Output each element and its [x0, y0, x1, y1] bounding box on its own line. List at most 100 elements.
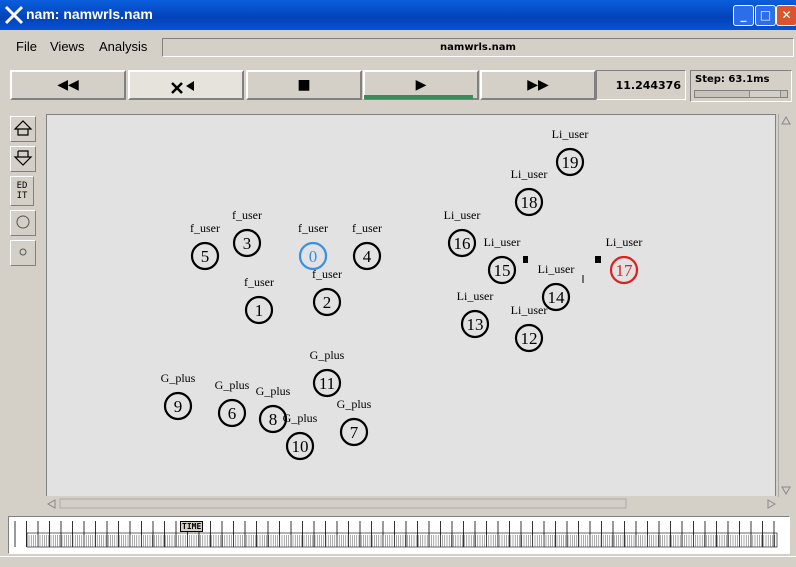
node-label: f_user [232, 208, 262, 222]
node-id: 1 [255, 301, 264, 320]
step-control: Step: 63.1ms [690, 70, 792, 102]
node-id: 10 [292, 437, 309, 456]
vertical-scrollbar[interactable] [778, 114, 793, 497]
node-id: 2 [323, 293, 332, 312]
timeline-track [26, 532, 778, 548]
node-1[interactable]: 1 f_user [244, 275, 274, 325]
zoom-in-button[interactable] [10, 116, 36, 142]
edit-button[interactable]: ED IT [10, 176, 34, 206]
step-slider[interactable] [694, 90, 788, 98]
node-16[interactable]: 16 Li_user [444, 208, 481, 258]
packet-marker [523, 256, 528, 263]
node-id: 5 [201, 247, 210, 266]
node-label: Li_user [538, 262, 575, 276]
stop-button[interactable]: ■ [246, 70, 362, 100]
node-15[interactable]: 15 Li_user [484, 235, 521, 285]
bottom-scrollbar[interactable] [0, 556, 796, 567]
node-id: 18 [521, 193, 538, 212]
node-label: G_plus [161, 371, 196, 385]
node-label: G_plus [337, 397, 372, 411]
node-id: 16 [454, 234, 471, 253]
node-id: 8 [269, 410, 278, 429]
step-slider-thumb[interactable] [749, 90, 781, 98]
vertical-scroll-arrows [781, 115, 791, 496]
step-back-button[interactable] [128, 70, 244, 100]
node-id: 11 [319, 374, 335, 393]
file-name-field: namwrls.nam [162, 38, 794, 57]
node-id: 9 [174, 397, 183, 416]
x-logo-icon [4, 5, 24, 25]
node-label: f_user [312, 267, 342, 281]
small-circle-icon [19, 248, 27, 256]
node-id: 19 [562, 153, 579, 172]
node-label: Li_user [552, 127, 589, 141]
node-10[interactable]: 10 G_plus [283, 411, 318, 461]
menu-views[interactable]: Views [50, 39, 84, 54]
node-9[interactable]: 9 G_plus [161, 371, 196, 421]
node-6[interactable]: 6 G_plus [215, 378, 250, 428]
packet-marker [595, 256, 601, 263]
node-17[interactable]: 17 Li_user [606, 235, 643, 285]
node-label: Li_user [484, 235, 521, 249]
rewind-button[interactable]: ◀◀ [10, 70, 126, 100]
node-id: 12 [521, 329, 538, 348]
window-title: nam: namwrls.nam [26, 6, 153, 22]
tool-column: ED IT [10, 116, 36, 270]
node-label: G_plus [283, 411, 318, 425]
node-label: f_user [190, 221, 220, 235]
time-readout: 11.244376 [596, 70, 686, 100]
fast-forward-button[interactable]: ▶▶ [480, 70, 596, 100]
small-circle-tool-button[interactable] [10, 240, 36, 266]
horizontal-scrollbar[interactable] [46, 496, 778, 510]
close-button[interactable]: ✕ [776, 5, 796, 26]
node-id: 15 [494, 261, 511, 280]
timeline-ticks [14, 521, 778, 548]
node-3[interactable]: 3 f_user [232, 208, 262, 258]
node-2[interactable]: 2 f_user [312, 267, 342, 317]
zoom-in-icon [13, 120, 33, 136]
node-label: G_plus [256, 384, 291, 398]
menu-file[interactable]: File [16, 39, 37, 54]
node-7[interactable]: 7 G_plus [337, 397, 372, 447]
node-label: Li_user [606, 235, 643, 249]
node-id: 7 [350, 423, 359, 442]
zoom-out-icon [13, 150, 33, 166]
node-label: f_user [298, 221, 328, 235]
node-id: 4 [363, 247, 372, 266]
minimize-button[interactable]: _ [733, 5, 754, 26]
zoom-out-button[interactable] [10, 146, 36, 172]
node-13[interactable]: 13 Li_user [457, 289, 494, 339]
node-label: Li_user [444, 208, 481, 222]
node-12[interactable]: 12 Li_user [511, 303, 548, 353]
node-id: 13 [467, 315, 484, 334]
node-label: Li_user [511, 303, 548, 317]
horizontal-scroll-track [46, 498, 777, 509]
node-18[interactable]: 18 Li_user [511, 167, 548, 217]
node-label: f_user [352, 221, 382, 235]
node-id: 14 [548, 288, 566, 307]
network-canvas[interactable]: 0 f_user 1 f_user 2 f_user 3 f_user 4 f_user 5 f_us… [46, 114, 776, 497]
network-graph[interactable]: 0f_user1f_user2f_user3f_user4f_user5f_us… [47, 115, 775, 496]
menu-analysis[interactable]: Analysis [99, 39, 147, 54]
node-4[interactable]: 4 f_user [352, 221, 382, 271]
node-label: f_user [244, 275, 274, 289]
play-indicator [364, 95, 473, 99]
node-11[interactable]: 11 G_plus [310, 348, 345, 398]
timeline-marker[interactable]: TIME [180, 521, 204, 532]
node-id: 3 [243, 234, 252, 253]
node-label: Li_user [457, 289, 494, 303]
node-id: 6 [228, 404, 237, 423]
circle-icon [16, 215, 30, 229]
node-14[interactable]: 14 Li_user [538, 262, 575, 312]
timeline-slider[interactable]: TIME [8, 516, 790, 554]
node-label: G_plus [310, 348, 345, 362]
node-label: Li_user [511, 167, 548, 181]
step-label: Step: 63.1ms [695, 74, 770, 85]
maximize-button[interactable]: □ [755, 5, 776, 26]
circle-tool-button[interactable] [10, 210, 36, 236]
node-5[interactable]: 5 f_user [190, 221, 220, 271]
node-id: 0 [309, 247, 318, 266]
node-19[interactable]: 19 Li_user [552, 127, 589, 177]
node-0[interactable]: 0 f_user [298, 221, 328, 271]
step-back-icon [171, 81, 194, 94]
